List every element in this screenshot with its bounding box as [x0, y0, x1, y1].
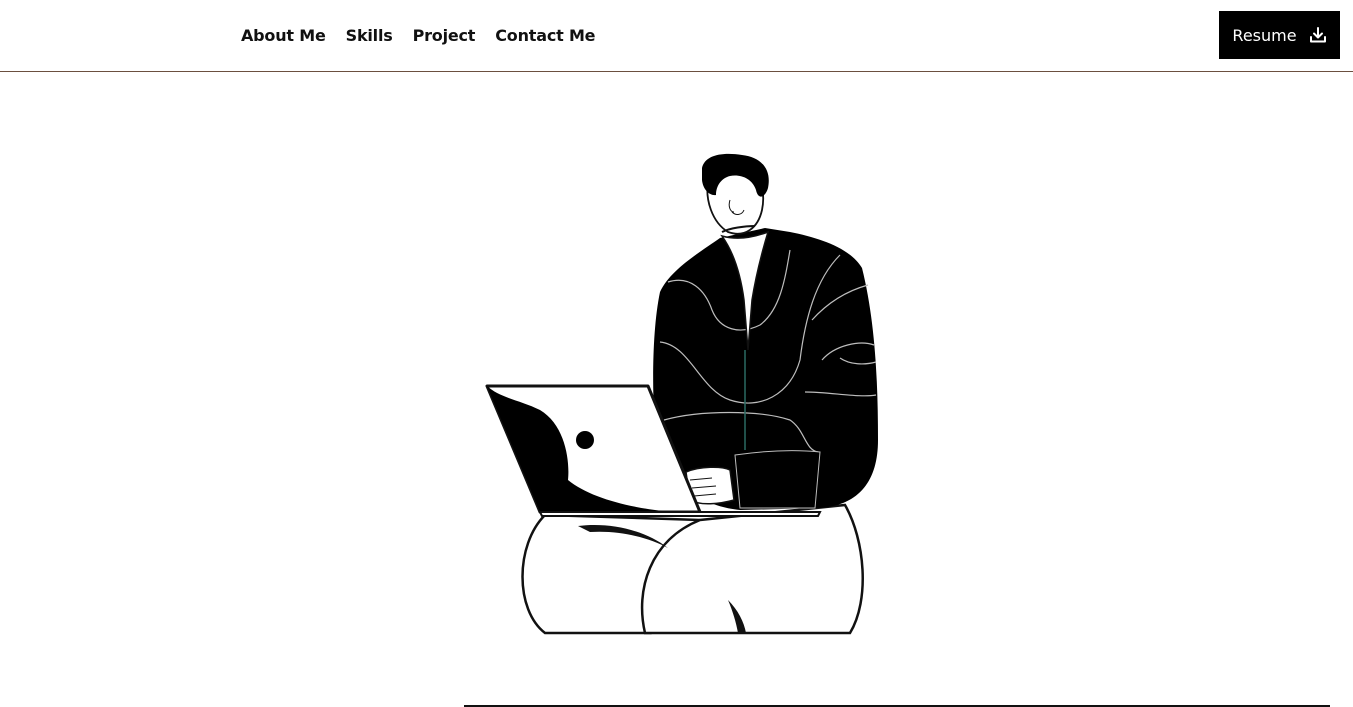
nav-link-about-me[interactable]: About Me [241, 26, 326, 45]
nav-link-skills[interactable]: Skills [346, 26, 393, 45]
nav-links: About Me Skills Project Contact Me [241, 0, 596, 70]
navbar: About Me Skills Project Contact Me Resum… [0, 0, 1353, 72]
nav-link-project[interactable]: Project [413, 26, 476, 45]
resume-button[interactable]: Resume [1219, 11, 1340, 59]
nav-link-contact-me[interactable]: Contact Me [495, 26, 595, 45]
hero-section [0, 72, 1353, 707]
download-icon [1309, 26, 1327, 44]
person-with-laptop-illustration [485, 153, 878, 635]
resume-button-label: Resume [1232, 25, 1297, 45]
